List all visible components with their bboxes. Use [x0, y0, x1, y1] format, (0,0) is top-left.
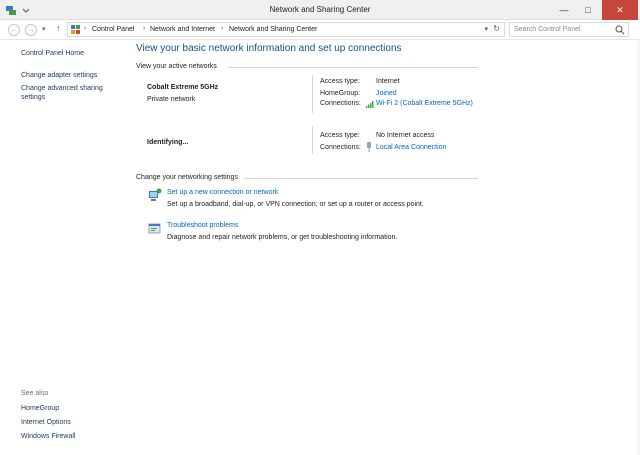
access-type-value: Internet [376, 78, 400, 85]
minimize-button[interactable]: — [552, 0, 576, 20]
divider [312, 75, 313, 113]
search-icon[interactable] [615, 25, 625, 35]
see-also-internet-options[interactable]: Internet Options [21, 418, 71, 427]
access-type-label: Access type: [320, 132, 360, 139]
connections-label: Connections: [320, 144, 361, 151]
page-title: View your basic network information and … [136, 43, 402, 54]
homegroup-label: HomeGroup: [320, 90, 361, 97]
network-name: Identifying... [147, 139, 189, 146]
close-button[interactable]: ✕ [602, 0, 638, 20]
see-also-windows-firewall[interactable]: Windows Firewall [21, 432, 75, 441]
connections-label: Connections: [320, 100, 361, 107]
sidebar-link-control-panel-home[interactable]: Control Panel Home [21, 49, 84, 58]
recent-pages-icon[interactable]: ▾ [42, 25, 46, 33]
breadcrumb-separator-icon[interactable]: › [143, 25, 145, 32]
network-name: Cobalt Extreme 5GHz [147, 84, 219, 91]
up-button[interactable]: ↑ [56, 23, 61, 33]
lan-connection-link[interactable]: Local Area Connection [376, 144, 446, 151]
homegroup-link[interactable]: Joined [376, 90, 397, 97]
wifi-connection-link[interactable]: Wi-Fi 2 (Cobalt Extreme 5GHz) [376, 100, 473, 107]
maximize-button[interactable]: □ [576, 0, 600, 20]
breadcrumb-separator-icon: › [84, 25, 87, 32]
address-bar[interactable]: › Control Panel › Network and Internet ›… [67, 22, 505, 37]
window-title: Network and Sharing Center [269, 5, 371, 14]
breadcrumb-network-internet[interactable]: Network and Internet [150, 26, 215, 33]
divider [312, 126, 313, 154]
main-content: View your basic network information and … [136, 41, 640, 455]
task-troubleshoot-desc: Diagnose and repair network problems, or… [167, 234, 398, 241]
sidebar-link-advanced-sharing[interactable]: Change advanced sharing settings [21, 84, 121, 102]
breadcrumb-control-panel[interactable]: Control Panel [92, 26, 134, 33]
search-box[interactable]: Search Control Panel [509, 22, 629, 37]
wifi-signal-icon [366, 101, 374, 108]
forward-button[interactable]: → [25, 24, 37, 36]
settings-title: Change your networking settings [136, 174, 238, 181]
active-networks-title: View your active networks [136, 63, 217, 70]
task-troubleshoot-link[interactable]: Troubleshoot problems [167, 222, 238, 229]
task-setup-connection-link[interactable]: Set up a new connection or network [167, 189, 278, 196]
access-type-label: Access type: [320, 78, 360, 85]
network-category: Private network [147, 96, 196, 103]
address-dropdown-icon[interactable]: ▾ [484, 25, 488, 33]
sidebar-link-change-adapter[interactable]: Change adapter settings [21, 71, 97, 80]
breadcrumb-sharing-center[interactable]: Network and Sharing Center [229, 26, 317, 33]
see-also-title: See also [21, 390, 49, 397]
control-panel-icon [71, 25, 80, 34]
back-button[interactable]: ← [8, 24, 20, 36]
access-type-value: No Internet access [376, 132, 435, 139]
task-setup-connection-desc: Set up a broadband, dial-up, or VPN conn… [167, 201, 424, 208]
new-connection-icon [149, 188, 162, 201]
refresh-icon[interactable]: ↻ [493, 24, 500, 33]
ethernet-icon [367, 142, 371, 152]
divider [244, 178, 478, 179]
search-placeholder: Search Control Panel [514, 26, 581, 33]
title-bar: Network and Sharing Center — □ ✕ [0, 0, 640, 20]
divider [228, 67, 478, 68]
sidebar: Control Panel Home Change adapter settin… [0, 41, 132, 455]
troubleshoot-icon [148, 223, 161, 234]
see-also-homegroup[interactable]: HomeGroup [21, 404, 59, 413]
navigation-bar: ← → ▾ ↑ › Control Panel › Network and In… [0, 20, 640, 40]
breadcrumb-separator-icon[interactable]: › [221, 25, 223, 32]
